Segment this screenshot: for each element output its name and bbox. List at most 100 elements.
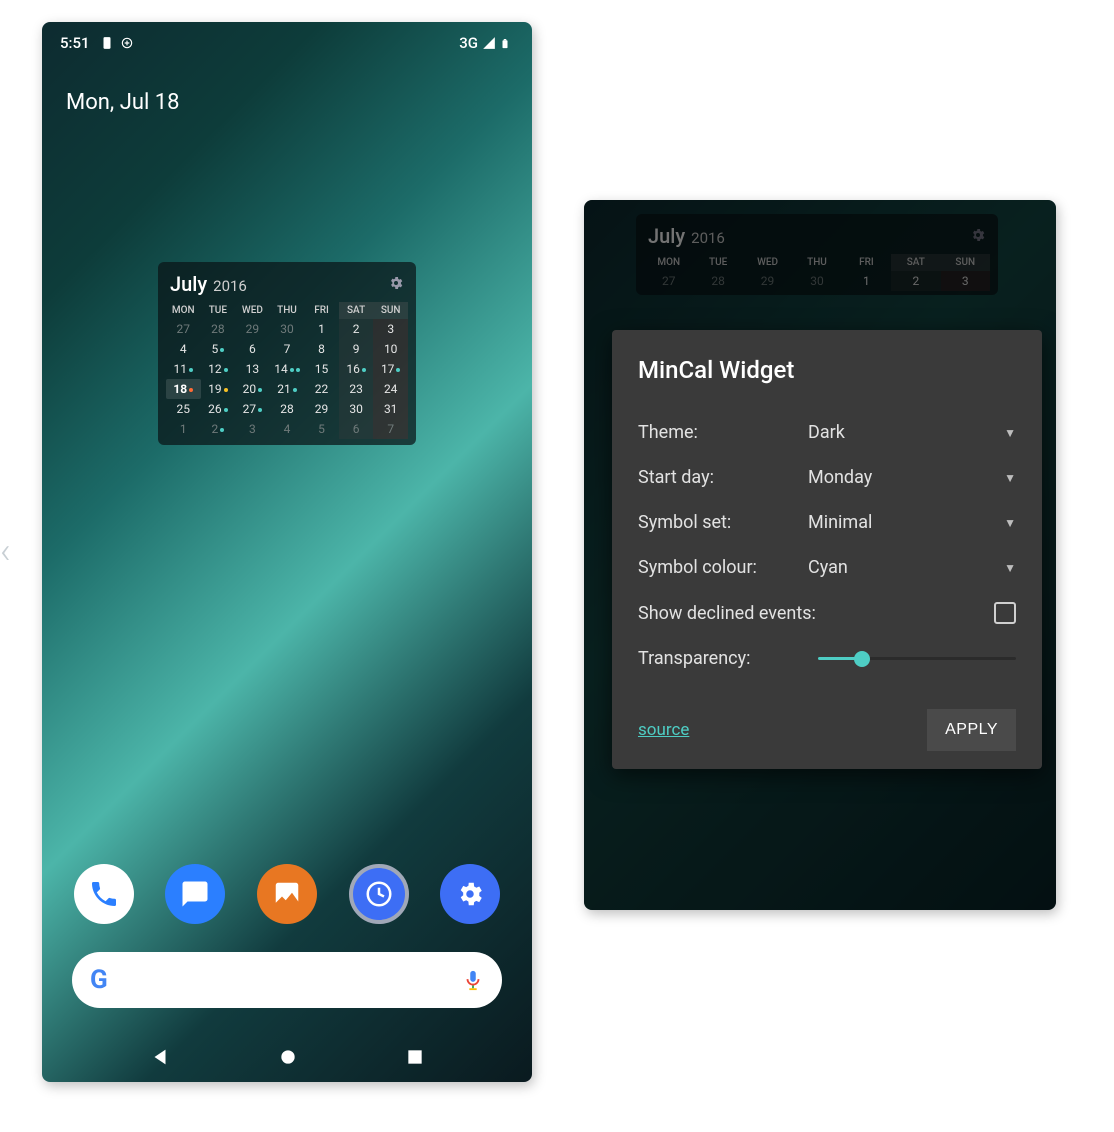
navigation-bar	[42, 1046, 532, 1068]
calendar-day[interactable]: 15	[304, 359, 339, 379]
dow-header: THU	[270, 302, 305, 319]
event-dot	[258, 408, 262, 412]
calendar-day[interactable]: 8	[304, 339, 339, 359]
option-label: Theme:	[638, 422, 808, 443]
option-row[interactable]: Symbol set:Minimal▼	[638, 500, 1016, 545]
calendar-day[interactable]: 27	[166, 319, 201, 339]
calendar-day[interactable]: 4	[270, 419, 305, 439]
calendar-day[interactable]: 31	[373, 399, 408, 419]
event-dot	[224, 408, 228, 412]
google-icon: G	[90, 965, 108, 995]
calendar-day[interactable]: 9	[339, 339, 374, 359]
mic-icon[interactable]	[462, 969, 484, 991]
calendar-day[interactable]: 12	[201, 359, 236, 379]
event-dot	[224, 388, 228, 392]
calendar-day[interactable]: 5	[304, 419, 339, 439]
calendar-day[interactable]: 29	[235, 319, 270, 339]
calendar-day[interactable]: 26	[201, 399, 236, 419]
transparency-slider[interactable]	[818, 657, 1016, 660]
option-row[interactable]: Start day:Monday▼	[638, 455, 1016, 500]
calendar-day[interactable]: 21	[270, 379, 305, 399]
settings-app[interactable]	[440, 864, 500, 924]
config-dialog-screen: July 2016 MONTUEWEDTHUFRISATSUN272829301…	[584, 200, 1056, 910]
show-declined-row[interactable]: Show declined events:	[638, 590, 1016, 636]
calendar-widget[interactable]: July 2016 MONTUEWEDTHUFRISATSUN 27282930…	[158, 262, 416, 445]
calendar-day[interactable]: 30	[270, 319, 305, 339]
dialog-title: MinCal Widget	[638, 356, 1016, 384]
transparency-row: Transparency:	[638, 636, 1016, 681]
config-dialog: MinCal Widget Theme:Dark▼Start day:Monda…	[612, 330, 1042, 769]
sim-icon	[100, 36, 114, 50]
calendar-day[interactable]: 3	[373, 319, 408, 339]
option-value: Minimal	[808, 512, 1004, 533]
dow-header: MON	[166, 302, 201, 319]
option-value: Monday	[808, 467, 1004, 488]
phone-home-screen: 5:51 3G Mon, Jul 18 July 2016 MONTUEWED	[42, 22, 532, 1082]
carousel-prev-icon[interactable]: ‹	[0, 530, 11, 572]
event-dot	[258, 388, 262, 392]
calendar-day[interactable]: 4	[166, 339, 201, 359]
option-label: Start day:	[638, 467, 808, 488]
calendar-day[interactable]: 6	[339, 419, 374, 439]
apply-button[interactable]: APPLY	[927, 709, 1016, 751]
calendar-day[interactable]: 5	[201, 339, 236, 359]
calendar-day[interactable]: 28	[270, 399, 305, 419]
event-dot	[362, 368, 366, 372]
chevron-down-icon: ▼	[1004, 426, 1016, 440]
calendar-day[interactable]: 29	[304, 399, 339, 419]
option-label: Symbol colour:	[638, 557, 808, 578]
calendar-day[interactable]: 23	[339, 379, 374, 399]
calendar-day[interactable]: 2	[339, 319, 374, 339]
google-search-bar[interactable]: G	[72, 952, 502, 1008]
messages-app[interactable]	[165, 864, 225, 924]
calendar-day[interactable]: 30	[339, 399, 374, 419]
calendar-day[interactable]: 7	[270, 339, 305, 359]
widget-settings-icon[interactable]	[388, 275, 404, 291]
source-link[interactable]: source	[638, 720, 689, 740]
event-dot	[220, 348, 224, 352]
option-label: Symbol set:	[638, 512, 808, 533]
calendar-day[interactable]: 20	[235, 379, 270, 399]
calendar-day[interactable]: 11	[166, 359, 201, 379]
chevron-down-icon: ▼	[1004, 516, 1016, 530]
calendar-day[interactable]: 19	[201, 379, 236, 399]
calendar-day[interactable]: 7	[373, 419, 408, 439]
calendar-day[interactable]: 17	[373, 359, 408, 379]
option-value: Cyan	[808, 557, 1004, 578]
calendar-day[interactable]: 3	[235, 419, 270, 439]
calendar-day[interactable]: 16	[339, 359, 374, 379]
status-bar: 5:51 3G	[42, 22, 532, 56]
widget-month: July	[170, 272, 207, 296]
photos-app[interactable]	[257, 864, 317, 924]
calendar-day[interactable]: 18	[166, 379, 201, 399]
option-row[interactable]: Symbol colour:Cyan▼	[638, 545, 1016, 590]
calendar-day[interactable]: 2	[201, 419, 236, 439]
dock	[42, 864, 532, 924]
phone-app[interactable]	[74, 864, 134, 924]
checkbox-label: Show declined events:	[638, 603, 994, 624]
option-row[interactable]: Theme:Dark▼	[638, 410, 1016, 455]
home-date[interactable]: Mon, Jul 18	[42, 56, 532, 115]
calendar-day[interactable]: 28	[201, 319, 236, 339]
widget-year: 2016	[213, 277, 247, 295]
calendar-day[interactable]: 14	[270, 359, 305, 379]
clock-app[interactable]	[349, 864, 409, 924]
dow-header: SUN	[373, 302, 408, 319]
calendar-day[interactable]: 1	[166, 419, 201, 439]
calendar-day[interactable]: 27	[235, 399, 270, 419]
calendar-day[interactable]: 22	[304, 379, 339, 399]
data-saver-icon	[120, 36, 134, 50]
calendar-day[interactable]: 24	[373, 379, 408, 399]
calendar-day[interactable]: 1	[304, 319, 339, 339]
battery-icon	[500, 36, 514, 50]
calendar-day[interactable]: 13	[235, 359, 270, 379]
dow-header: WED	[235, 302, 270, 319]
calendar-day[interactable]: 10	[373, 339, 408, 359]
nav-back-icon[interactable]	[149, 1046, 171, 1068]
nav-home-icon[interactable]	[278, 1047, 298, 1067]
calendar-day[interactable]: 25	[166, 399, 201, 419]
calendar-day[interactable]: 6	[235, 339, 270, 359]
nav-recent-icon[interactable]	[405, 1047, 425, 1067]
option-value: Dark	[808, 422, 1004, 443]
show-declined-checkbox[interactable]	[994, 602, 1016, 624]
